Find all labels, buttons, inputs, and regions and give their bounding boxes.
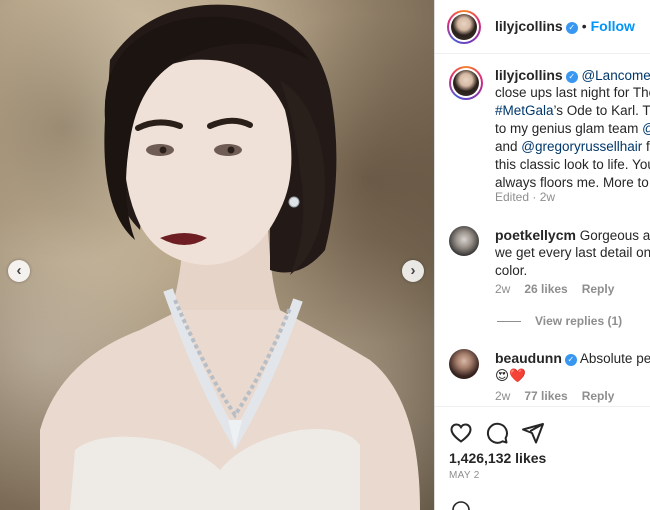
commenter-username[interactable]: beaudunn	[495, 350, 562, 366]
caption-line: close ups last night for The	[495, 85, 650, 100]
emoji-icon[interactable]	[449, 500, 479, 510]
commenter-avatar[interactable]	[449, 349, 479, 379]
follow-button[interactable]: Follow	[591, 18, 635, 34]
portrait-illustration	[40, 4, 420, 510]
comment-meta: 2w 26 likes Reply	[495, 282, 614, 296]
reply-button[interactable]: Reply	[582, 282, 615, 296]
comment-icon[interactable]	[485, 421, 509, 445]
mention-link[interactable]: @	[642, 121, 650, 136]
chevron-right-icon[interactable]: ›	[402, 260, 424, 282]
hashtag-link[interactable]: #MetGala	[495, 103, 554, 118]
caption-line: to my genius glam team	[495, 121, 643, 136]
emoji-text: 😍❤️	[495, 368, 526, 383]
post-photo: ‹ ›	[0, 0, 434, 510]
comment-text: beaudunn✓ Absolute perf 😍❤️	[495, 349, 650, 385]
mention-link[interactable]: @gregoryrussellhair	[521, 139, 642, 154]
author-avatar[interactable]	[447, 10, 481, 44]
commenter-username[interactable]: poetkellycm	[495, 227, 576, 243]
heart-icon[interactable]	[449, 421, 473, 445]
caption-line: and	[495, 139, 522, 154]
caption-line: this classic look to life. You	[495, 157, 650, 172]
chevron-left-icon[interactable]: ‹	[8, 260, 30, 282]
author-username[interactable]: lilyjcollins	[495, 18, 563, 34]
view-replies-button[interactable]: View replies (1)	[497, 314, 622, 328]
caption-text: lilyjcollins✓ @Lancomeof close ups last …	[495, 66, 650, 192]
commenter-avatar[interactable]	[449, 226, 479, 256]
comment-likes[interactable]: 77 likes	[524, 389, 567, 403]
comment-text: poetkellycm Gorgeous and we get every la…	[495, 227, 650, 278]
comment-time: 2w	[495, 389, 511, 403]
post-header: lilyjcollins ✓ • Follow	[435, 0, 650, 54]
caption-line: ’s Ode to Karl. Th	[553, 103, 650, 118]
post-date: MAY 2	[449, 470, 480, 481]
comment-time: 2w	[495, 282, 511, 296]
separator-dot: •	[581, 18, 587, 34]
reply-button[interactable]: Reply	[582, 389, 615, 403]
share-icon[interactable]	[521, 421, 545, 445]
verified-badge-icon: ✓	[565, 22, 578, 34]
verified-badge-icon: ✓	[564, 354, 577, 366]
avatar-image	[451, 14, 477, 40]
caption-line: fo	[646, 139, 650, 154]
caption-edited-time: Edited · 2w	[495, 190, 556, 204]
mention-link[interactable]: @Lancomeof	[581, 68, 650, 83]
comment-meta: 2w 77 likes Reply	[495, 389, 614, 403]
likes-count[interactable]: 1,426,132 likes	[449, 450, 546, 466]
comment-likes[interactable]: 26 likes	[524, 282, 567, 296]
caption-author-avatar[interactable]	[449, 66, 483, 100]
post-side-panel: lilyjcollins ✓ • Follow lilyjcollins ✓ @Lanc…	[434, 0, 650, 510]
caption-username[interactable]: lilyjcollins	[495, 67, 563, 83]
verified-badge-icon: ✓	[565, 71, 578, 83]
